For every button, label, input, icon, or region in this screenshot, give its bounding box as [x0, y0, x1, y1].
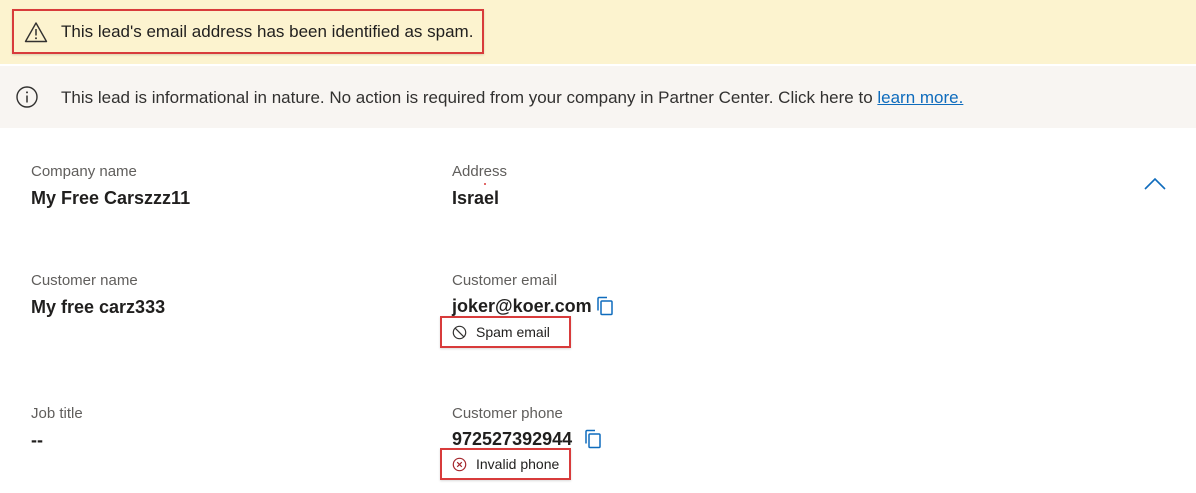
customer-phone-value: 972527392944 [452, 429, 573, 449]
company-name-value: My Free Carszzz11 [31, 188, 191, 208]
customer-name-value: My free carz333 [31, 297, 166, 317]
copy-phone-icon[interactable] [584, 429, 602, 449]
block-icon [452, 325, 467, 340]
spam-warning-highlight: This lead's email address has been ident… [12, 9, 484, 54]
spam-email-tag-text: Spam email [476, 324, 550, 340]
info-banner: This lead is informational in nature. No… [0, 66, 1196, 128]
address-label: Address [452, 163, 508, 180]
address-value: Israel [452, 188, 500, 208]
info-circle-icon [16, 86, 38, 108]
info-text: This lead is informational in nature. No… [61, 88, 963, 108]
customer-email-value: joker@koer.com [452, 296, 592, 316]
spam-warning-text: This lead's email address has been ident… [61, 22, 474, 41]
learn-more-link[interactable]: learn more. [877, 88, 963, 107]
job-title-value: -- [31, 430, 43, 450]
spam-email-tag: Spam email [440, 316, 571, 348]
error-circle-icon [452, 457, 467, 472]
company-name-label: Company name [31, 163, 137, 180]
copy-email-icon[interactable] [596, 296, 614, 316]
job-title-label: Job title [31, 405, 83, 422]
chevron-up-icon[interactable] [1140, 170, 1170, 200]
warning-triangle-icon [24, 22, 48, 43]
customer-name-label: Customer name [31, 272, 138, 289]
customer-phone-label: Customer phone [452, 405, 563, 422]
invalid-phone-tag-text: Invalid phone [476, 456, 560, 472]
invalid-phone-tag: Invalid phone [440, 448, 571, 480]
customer-email-label: Customer email [452, 272, 558, 289]
decorative-dot [484, 183, 486, 185]
warning-banner: This lead's email address has been ident… [0, 0, 1196, 64]
info-message: This lead is informational in nature. No… [61, 88, 878, 107]
